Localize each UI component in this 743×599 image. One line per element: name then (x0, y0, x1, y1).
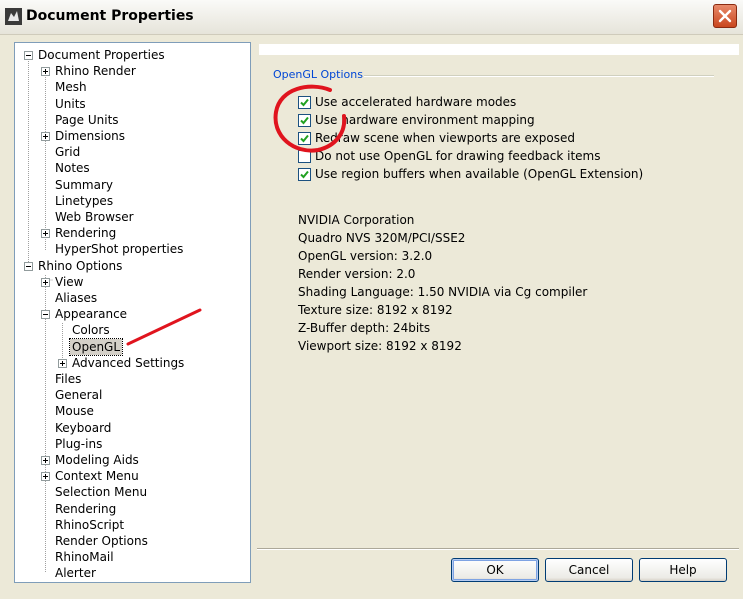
ok-button[interactable]: OK (451, 558, 539, 582)
tree-item-keyboard[interactable]: Keyboard (55, 420, 111, 436)
expand-plus-icon[interactable] (41, 67, 50, 77)
tree-item-alerter[interactable]: Alerter (55, 565, 96, 581)
tree-item-rendering[interactable]: Rendering (55, 501, 116, 517)
option-label: Use region buffers when available (OpenG… (315, 167, 644, 181)
window-title: Document Properties (26, 8, 194, 24)
tree-item-selection-menu[interactable]: Selection Menu (55, 484, 147, 500)
tree-item-advanced-settings[interactable]: Advanced Settings (72, 355, 184, 371)
cancel-button[interactable]: Cancel (545, 558, 633, 582)
tree-item-render-options[interactable]: Render Options (55, 533, 148, 549)
tree-item-rhinomail[interactable]: RhinoMail (55, 549, 114, 565)
tree-item-summary[interactable]: Summary (55, 177, 113, 193)
red-line-annotation (126, 308, 202, 346)
close-button[interactable] (713, 4, 737, 28)
group-label: OpenGL Options (273, 68, 363, 81)
tree-item-general[interactable]: General (55, 387, 102, 403)
group-divider (364, 75, 714, 77)
info-render-version: Render version: 2.0 (298, 267, 416, 281)
info-vendor: NVIDIA Corporation (298, 213, 415, 227)
info-renderer: Quadro NVS 320M/PCI/SSE2 (298, 231, 466, 245)
tree-item-grid[interactable]: Grid (55, 144, 80, 160)
option-label: Redraw scene when viewports are exposed (315, 131, 575, 145)
tree-item-rendering[interactable]: Rendering (55, 225, 116, 241)
tree-item-linetypes[interactable]: Linetypes (55, 193, 113, 209)
collapse-minus-icon[interactable] (41, 310, 50, 320)
tree-item-plug-ins[interactable]: Plug-ins (55, 436, 102, 452)
collapse-minus-icon[interactable] (24, 261, 33, 271)
tree-item-hypershot-properties[interactable]: HyperShot properties (55, 241, 183, 257)
tree-item-web-browser[interactable]: Web Browser (55, 209, 134, 225)
tree-item-opengl[interactable]: OpenGL (68, 337, 124, 356)
info-shading-language: Shading Language: 1.50 NVIDIA via Cg com… (298, 285, 588, 299)
expand-plus-icon[interactable] (58, 358, 67, 368)
tree-item-rhino-render[interactable]: Rhino Render (55, 63, 136, 79)
red-circle-annotation (273, 84, 347, 153)
tree-item-document-properties[interactable]: Document Properties (38, 47, 165, 63)
expand-plus-icon[interactable] (41, 277, 50, 287)
tree-item-view[interactable]: View (55, 274, 83, 290)
title-bar: Document Properties (0, 0, 743, 35)
tree-item-context-menu[interactable]: Context Menu (55, 468, 139, 484)
info-zbuffer-depth: Z-Buffer depth: 24bits (298, 321, 431, 335)
expand-plus-icon[interactable] (41, 132, 50, 141)
button-separator (257, 548, 739, 550)
tree-item-dimensions[interactable]: Dimensions (55, 128, 125, 144)
tree-item-aliases[interactable]: Aliases (55, 290, 97, 306)
rhino-app-icon (5, 8, 22, 25)
collapse-minus-icon[interactable] (24, 51, 33, 60)
tree-item-page-units[interactable]: Page Units (55, 112, 119, 128)
option-label: Do not use OpenGL for drawing feedback i… (315, 149, 601, 163)
info-texture-size: Texture size: 8192 x 8192 (298, 303, 453, 317)
help-button[interactable]: Help (639, 558, 727, 582)
expand-plus-icon[interactable] (41, 472, 50, 482)
tree-item-mesh[interactable]: Mesh (55, 79, 87, 95)
tree-item-rhinoscript[interactable]: RhinoScript (55, 517, 124, 533)
expand-plus-icon[interactable] (41, 456, 50, 465)
tree-item-mouse[interactable]: Mouse (55, 403, 94, 419)
tree-item-appearance[interactable]: Appearance (55, 306, 127, 322)
checkmark-icon (300, 170, 309, 179)
close-icon (718, 9, 732, 23)
tree-item-units[interactable]: Units (55, 96, 86, 112)
checkbox[interactable] (298, 168, 311, 181)
tree-item-notes[interactable]: Notes (55, 160, 90, 176)
tree-item-rhino-options[interactable]: Rhino Options (38, 258, 122, 274)
tree-item-colors[interactable]: Colors (72, 322, 110, 338)
info-opengl-version: OpenGL version: 3.2.0 (298, 249, 433, 263)
expand-plus-icon[interactable] (41, 229, 50, 239)
panel-header-band (259, 44, 739, 55)
info-viewport-size: Viewport size: 8192 x 8192 (298, 339, 462, 353)
tree-item-modeling-aids[interactable]: Modeling Aids (55, 452, 139, 468)
tree-item-files[interactable]: Files (55, 371, 81, 387)
